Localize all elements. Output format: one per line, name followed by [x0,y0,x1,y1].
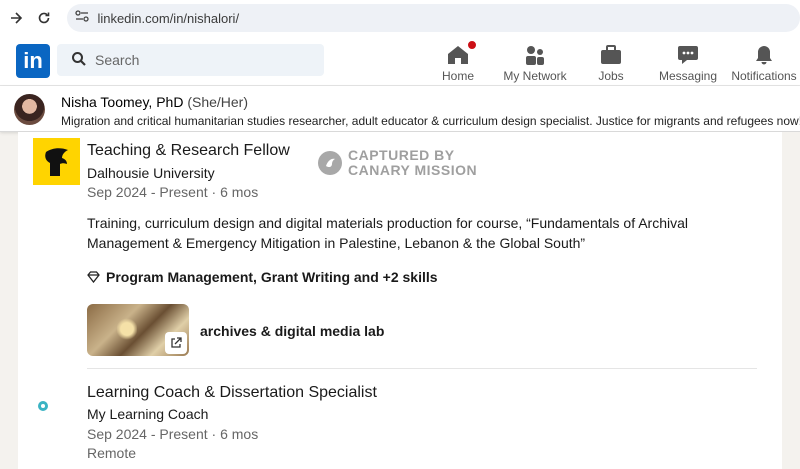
canary-mission-watermark: CAPTURED BY CANARY MISSION [318,148,477,178]
watermark-line1: CAPTURED BY [348,147,455,163]
nav-jobs-label: Jobs [598,69,624,83]
experience-card: Teaching & Research Fellow Dalhousie Uni… [18,132,782,469]
profile-pronouns: (She/Her) [187,94,249,110]
skills-text: Program Management, Grant Writing and +2… [106,269,438,285]
nav-notifications-label: Notifications [731,69,797,83]
profile-name: Nisha Toomey, PhD (She/Her) [61,94,248,110]
messaging-icon [676,40,700,66]
search-icon [71,51,87,70]
url-text: linkedin.com/in/nishalori/ [97,10,240,26]
dalhousie-logo[interactable] [33,138,80,185]
nav-messaging[interactable]: Messaging [649,40,727,83]
experience-description: Training, curriculum design and digital … [87,215,688,251]
site-settings-icon[interactable] [75,9,90,27]
experience-org-2: My Learning Coach [87,406,209,422]
avatar[interactable] [14,94,45,125]
bell-icon [752,40,776,66]
external-link-icon[interactable] [165,332,187,354]
linkedin-header: in Search Home My Network Jobs Messaging [0,36,800,86]
browser-toolbar: linkedin.com/in/nishalori/ [0,0,800,36]
experience-dates-2: Sep 2024 - Present · 6 mos [87,426,259,442]
experience-skills[interactable]: Program Management, Grant Writing and +2… [87,269,438,285]
linkedin-logo[interactable]: in [16,44,50,78]
experience-divider [87,368,757,369]
experience-dates: Sep 2024 - Present · 6 mos [87,184,259,200]
my-learning-coach-logo[interactable] [33,391,80,421]
briefcase-icon [599,40,623,66]
nav-notifications[interactable]: Notifications [725,40,800,83]
nav-jobs[interactable]: Jobs [572,40,650,83]
diamond-icon [87,271,100,283]
watermark-line2: CANARY MISSION [348,162,478,178]
experience-org: Dalhousie University [87,165,215,181]
nav-home-label: Home [441,69,474,83]
back-arrow-icon[interactable] [2,4,30,32]
search-placeholder: Search [95,52,140,68]
canary-bird-icon [318,151,342,175]
watermark-text: CAPTURED BY CANARY MISSION [348,148,477,178]
media-thumbnail[interactable] [87,304,189,356]
network-icon [523,40,547,66]
media-label[interactable]: archives & digital media lab [200,323,384,339]
nav-my-network-label: My Network [503,69,567,83]
profile-name-text: Nisha Toomey, PhD [61,94,184,110]
nav-messaging-label: Messaging [658,69,718,83]
nav-home[interactable]: Home [419,39,497,83]
experience-title-2[interactable]: Learning Coach & Dissertation Specialist [87,384,377,402]
page-gutter [782,132,800,469]
address-bar[interactable]: linkedin.com/in/nishalori/ [67,4,800,32]
experience-location-2: Remote [87,445,137,461]
search-input[interactable]: Search [57,44,324,76]
home-icon [446,39,478,66]
sticky-profile-bar: Nisha Toomey, PhD (She/Her) Migration an… [0,86,800,132]
reload-icon[interactable] [30,4,58,32]
nav-my-network[interactable]: My Network [496,40,574,83]
profile-headline: Migration and critical humanitarian stud… [61,114,800,128]
notification-dot [466,39,478,51]
experience-title[interactable]: Teaching & Research Fellow [87,142,290,160]
